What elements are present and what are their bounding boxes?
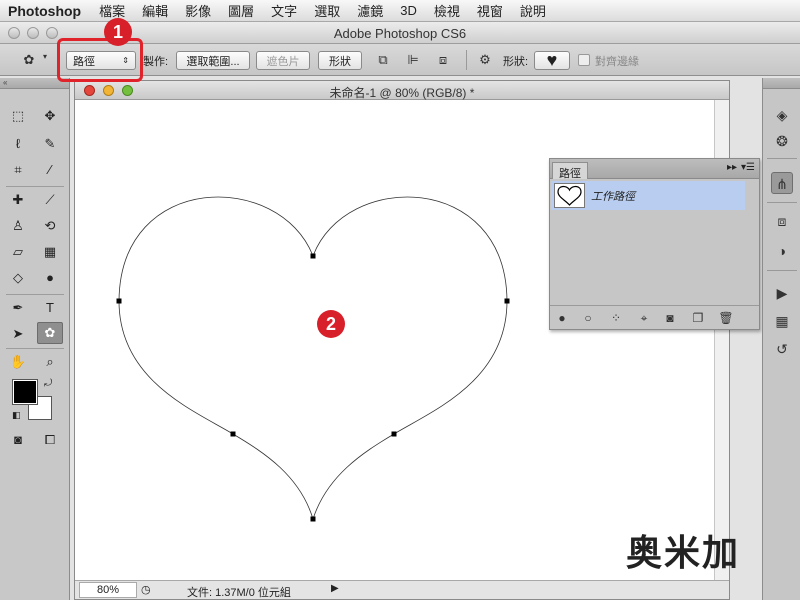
pen-tool-icon[interactable]: ✒: [7, 298, 29, 318]
heart-shape-icon: ♥: [546, 50, 558, 70]
menu-image[interactable]: 影像: [185, 1, 211, 20]
make-shape-button[interactable]: 形狀: [318, 51, 362, 70]
path-alignment-icon[interactable]: ⊫: [404, 52, 422, 69]
quick-mask-icon[interactable]: ◙: [7, 430, 29, 450]
crop-tool-icon[interactable]: ⌗: [7, 160, 29, 180]
tools-separator: [6, 348, 64, 349]
clone-stamp-tool-icon[interactable]: ♙: [7, 216, 29, 236]
path-arrangement-icon[interactable]: ⧈: [434, 52, 452, 69]
menu-type[interactable]: 文字: [271, 1, 297, 20]
swatches-icon[interactable]: ▦: [771, 310, 793, 332]
new-path-icon[interactable]: ❐: [690, 310, 706, 326]
tools-separator: [6, 294, 64, 295]
panel-collapse-icon[interactable]: ▸▸: [727, 162, 737, 173]
menu-select[interactable]: 選取: [314, 1, 340, 20]
paths-icon[interactable]: ⋔: [771, 172, 793, 194]
dock-collapse-icon[interactable]: [763, 78, 800, 89]
path-selection-tool-icon[interactable]: ➤: [7, 324, 29, 344]
options-separator: [466, 50, 467, 70]
custom-shape-tool-icon[interactable]: ✿: [37, 322, 63, 344]
paths-panel-header: 路徑 ▸▸ ▾☰: [550, 159, 759, 180]
menu-edit[interactable]: 編輯: [142, 1, 168, 20]
status-expand-icon[interactable]: ▶: [331, 583, 339, 594]
fill-path-icon[interactable]: ●: [554, 310, 570, 326]
layers-icon[interactable]: ◈: [771, 104, 793, 126]
tools-separator: [6, 186, 64, 187]
path-operations-icon[interactable]: ⧉: [374, 52, 392, 69]
default-colors-icon[interactable]: ◧: [12, 410, 21, 421]
adjustments-icon[interactable]: ◑: [771, 240, 793, 262]
panel-menu-icon[interactable]: ▾☰: [741, 162, 755, 173]
tool-preset-chevron-icon[interactable]: ▾: [40, 52, 50, 69]
marquee-tool-icon[interactable]: ⬚: [7, 106, 29, 126]
path-name: 工作路徑: [591, 191, 635, 203]
gradient-tool-icon[interactable]: ▦: [39, 242, 61, 262]
zoom-tool-icon[interactable]: ⌕: [39, 352, 61, 372]
swap-colors-icon[interactable]: ⤾: [44, 378, 52, 389]
menu-filter[interactable]: 濾鏡: [357, 1, 383, 20]
blur-tool-icon[interactable]: ◇: [7, 268, 29, 288]
dock-separator: [767, 158, 797, 159]
screen-mode-icon[interactable]: ⧠: [39, 430, 61, 450]
channels-icon[interactable]: ❂: [771, 130, 793, 152]
brush-tool-icon[interactable]: ⟋: [39, 190, 61, 210]
tab-paths[interactable]: 路徑: [552, 162, 588, 180]
healing-brush-tool-icon[interactable]: ✚: [7, 190, 29, 210]
make-selection-button[interactable]: 選取範圍...: [176, 51, 250, 70]
watermark-text: 奥米加: [626, 532, 741, 573]
dock-separator: [767, 202, 797, 203]
shape-picker[interactable]: ♥: [534, 50, 570, 70]
path-thumbnail: [554, 183, 585, 208]
menu-3d[interactable]: 3D: [400, 3, 417, 18]
tools-panel: « ⬚ ✥ ℓ ✎ ⌗ ⁄ ✚ ⟋ ♙ ⟲ ▱ ▦ ◇ ● ✒ T ➤ ✿ ✋ …: [0, 78, 70, 600]
load-selection-icon[interactable]: ⁘: [608, 310, 624, 326]
zoom-level[interactable]: 80%: [79, 582, 137, 598]
watermark: 奥米加: [626, 528, 740, 573]
hand-tool-icon[interactable]: ✋: [7, 352, 29, 372]
history-icon[interactable]: ↺: [771, 338, 793, 360]
highlight-box: [57, 38, 143, 82]
file-info: 文件: 1.37M/0 位元組: [187, 587, 291, 599]
menu-help[interactable]: 說明: [520, 1, 546, 20]
align-edges-checkbox[interactable]: [578, 54, 590, 66]
make-mask-button[interactable]: 遮色片: [256, 51, 310, 70]
make-label: 製作:: [143, 56, 169, 68]
foreground-color-swatch[interactable]: [12, 379, 38, 405]
add-mask-icon[interactable]: ◙: [662, 310, 678, 326]
menu-layer[interactable]: 圖層: [228, 1, 254, 20]
lasso-tool-icon[interactable]: ℓ: [7, 134, 29, 154]
document-titlebar: 未命名-1 @ 80% (RGB/8) *: [75, 81, 729, 100]
menu-file[interactable]: 檔案: [99, 1, 125, 20]
trash-icon[interactable]: 🗑: [718, 310, 734, 326]
paths-panel-footer: ● ○ ⁘ ⌖ ◙ ❐ 🗑: [550, 305, 759, 329]
path-row-work-path[interactable]: 工作路徑: [551, 181, 745, 210]
make-work-path-icon[interactable]: ⌖: [636, 310, 652, 326]
callout-one: 1: [104, 18, 132, 46]
history-brush-tool-icon[interactable]: ⟲: [39, 216, 61, 236]
gear-icon[interactable]: ⚙: [476, 52, 494, 69]
paths-panel: 路徑 ▸▸ ▾☰ 工作路徑 ● ○ ⁘ ⌖ ◙ ❐ 🗑: [549, 158, 760, 330]
dock-separator: [767, 270, 797, 271]
menu-window[interactable]: 視窗: [477, 1, 503, 20]
right-dock: ◈ ❂ ⋔ ⧈ ◑ ▶ ▦ ↺: [762, 78, 800, 600]
app-menu[interactable]: Photoshop: [8, 3, 81, 19]
eraser-tool-icon[interactable]: ▱: [7, 242, 29, 262]
type-tool-icon[interactable]: T: [39, 298, 61, 318]
status-bar: 80% ◷ 文件: 1.37M/0 位元組 ▶: [75, 580, 729, 599]
quick-selection-tool-icon[interactable]: ✎: [39, 134, 61, 154]
heart-thumbnail-icon: [557, 185, 582, 206]
move-tool-icon[interactable]: ✥: [39, 106, 61, 126]
status-menu-icon[interactable]: ◷: [141, 583, 151, 596]
freeform-shape-tool-icon[interactable]: ✿: [20, 52, 38, 69]
align-edges-label: 對齊邊緣: [595, 56, 639, 68]
menu-view[interactable]: 檢視: [434, 1, 460, 20]
3d-icon[interactable]: ⧈: [771, 210, 793, 232]
dodge-tool-icon[interactable]: ●: [39, 268, 61, 288]
eyedropper-tool-icon[interactable]: ⁄: [39, 160, 61, 180]
shape-label: 形狀:: [503, 56, 529, 68]
stroke-path-icon[interactable]: ○: [580, 310, 596, 326]
callout-two: 2: [317, 310, 345, 338]
document-title: 未命名-1 @ 80% (RGB/8) *: [329, 86, 475, 100]
actions-icon[interactable]: ▶: [771, 282, 793, 304]
